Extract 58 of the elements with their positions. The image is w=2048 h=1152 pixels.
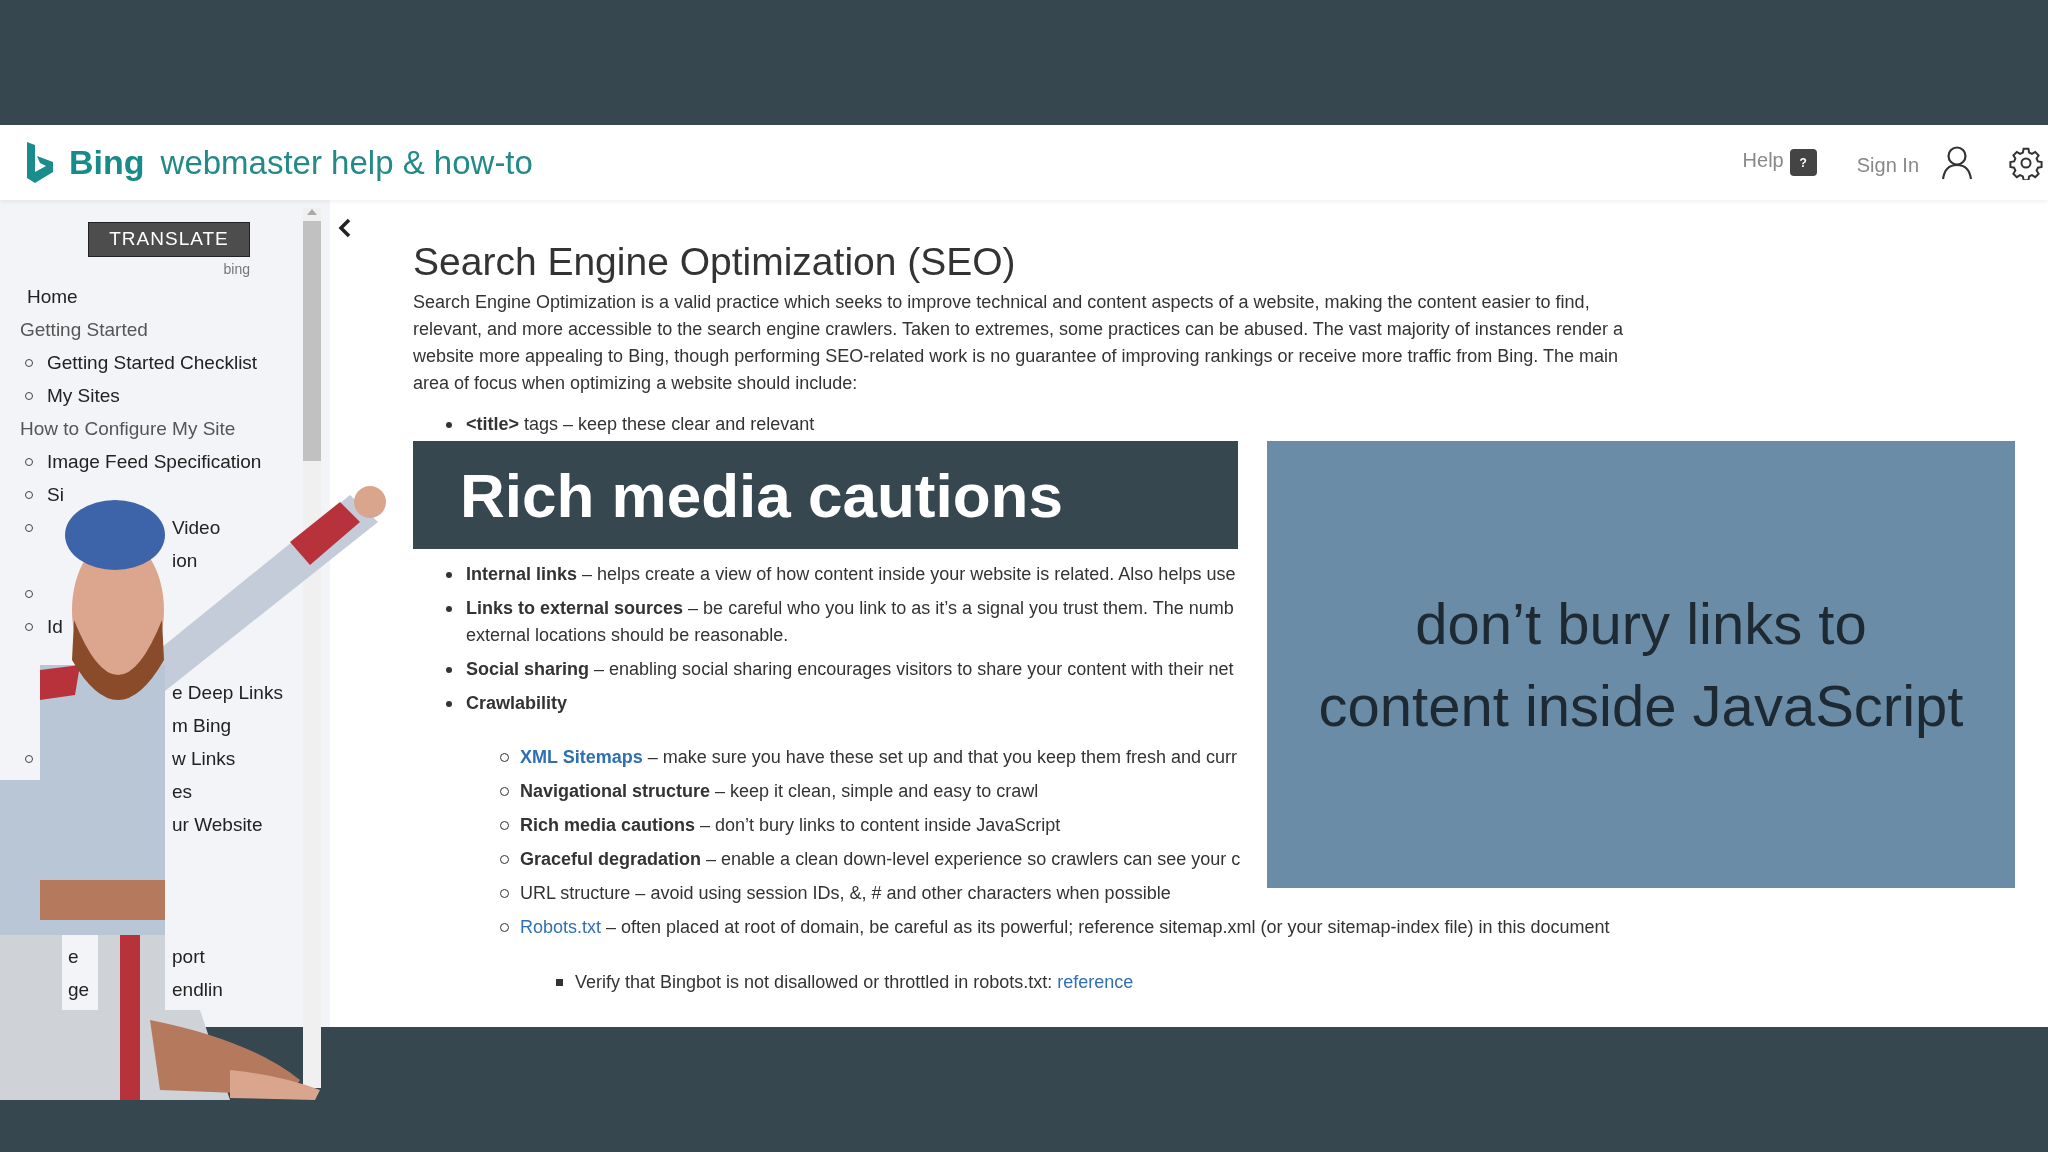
nav-link[interactable]: ge (68, 973, 90, 1006)
banner-title: Rich media cautions (460, 459, 1063, 532)
list-item-text: XML Sitemaps – make sure you have these set up and that you keep them fresh and curr (520, 746, 1238, 769)
nav-link[interactable]: e (68, 940, 79, 973)
nav-link[interactable]: m Bing (172, 709, 232, 742)
sign-in-link[interactable]: Sign In (1856, 149, 1919, 180)
bullet-icon (556, 979, 563, 986)
settings-icon[interactable] (2009, 145, 2043, 180)
nav-link[interactable]: Home (27, 280, 78, 313)
translate-button[interactable]: TRANSLATE (88, 222, 250, 257)
list-item-text: Rich media cautions – don’t bury links to content inside JavaScript (520, 814, 1061, 837)
nav-link[interactable]: Id (47, 610, 63, 643)
list-item-text: Navigational structure – keep it clean, simple and easy to crawl (520, 780, 1039, 803)
nav-link[interactable]: w Links (172, 742, 236, 775)
bullet-icon (446, 667, 452, 673)
nav-section-heading[interactable]: Getting Started (20, 313, 148, 346)
nav-section-heading[interactable]: How to Configure My Site (20, 412, 236, 445)
intro-paragraph: Search Engine Optimization is a valid practice which seeks to improve technical and content aspects of a website, making the content easier to find, relevant, and more accessible to the search engine crawlers. Taken to extremes, some practices can be abused. The vast majority of instances render a website more appealing to Bing, though performing SEO-related work is no guarantee of improving rankings or receive more traffic from Bing. The main area of focus when optimizing a website should include: (413, 291, 1624, 395)
list-item-text: Graceful degradation – enable a clean down-level experience so crawlers can see your c (520, 848, 1241, 871)
help-badge[interactable]: ? (1789, 149, 1817, 176)
nav-link[interactable]: e Deep Links (172, 676, 283, 709)
bullet-icon (446, 422, 452, 428)
link[interactable]: Robots.txt (520, 917, 602, 937)
bullet-icon (446, 606, 452, 612)
nav-link[interactable]: My Sites (47, 379, 120, 412)
list-item-text: Internal links – helps create a view of how content inside your website is related. Also helps use (466, 563, 1236, 586)
list-item-text: <title> tags – keep these clear and relevant (466, 413, 815, 436)
nav-link[interactable]: Video (172, 511, 221, 544)
collapse-chevron-icon[interactable] (338, 218, 352, 238)
nav-link[interactable]: ur Website (172, 808, 263, 841)
user-icon[interactable] (1941, 145, 1973, 180)
help-link[interactable]: Help (1742, 144, 1784, 175)
link[interactable]: reference (1057, 972, 1134, 992)
list-item-text: URL structure – avoid using session IDs, &, # and other characters when possible (520, 882, 1171, 905)
scrollbar[interactable] (303, 208, 321, 1088)
nav-link[interactable]: port (172, 940, 205, 973)
nav-link[interactable]: Getting Started Checklist (47, 346, 258, 379)
nav-link[interactable]: Image Feed Specification (47, 445, 262, 478)
list-item-text: Verify that Bingbot is not disallowed or throttled in robots.txt: reference (575, 972, 1134, 992)
page-heading: Search Engine Optimization (SEO) (413, 239, 1017, 285)
link[interactable]: XML Sitemaps (520, 747, 643, 767)
list-item-text: Crawlability (466, 692, 568, 715)
callout-text: don’t bury links to content inside JavaScript (1317, 589, 1965, 740)
nav-link[interactable]: endlin (172, 973, 223, 1006)
list-item-text: external locations should be reasonable. (466, 624, 789, 647)
list-item-text: Robots.txt – often placed at root of domain, be careful as its powerful; reference sitemap.xml (or your sitemap-index file) in this document (520, 916, 1611, 939)
nav-link[interactable]: Si (47, 478, 64, 511)
bullet-icon (446, 701, 452, 707)
translate-brand: bing (223, 260, 250, 279)
logo-text[interactable]: Bing (69, 137, 145, 188)
list-item-text: Links to external sources – be careful who you link to as it’s a signal you trust them. The numb (466, 597, 1234, 620)
site-title: webmaster help & how-to (160, 142, 533, 183)
list-item-text: Social sharing – enabling social sharing encourages visitors to share your content with their net (466, 658, 1234, 681)
scrollbar-thumb[interactable] (303, 221, 321, 461)
bullet-icon (446, 572, 452, 578)
bing-logo-icon (25, 141, 55, 184)
nav-link[interactable]: es (172, 775, 193, 808)
nav-link[interactable]: ion (172, 544, 198, 577)
